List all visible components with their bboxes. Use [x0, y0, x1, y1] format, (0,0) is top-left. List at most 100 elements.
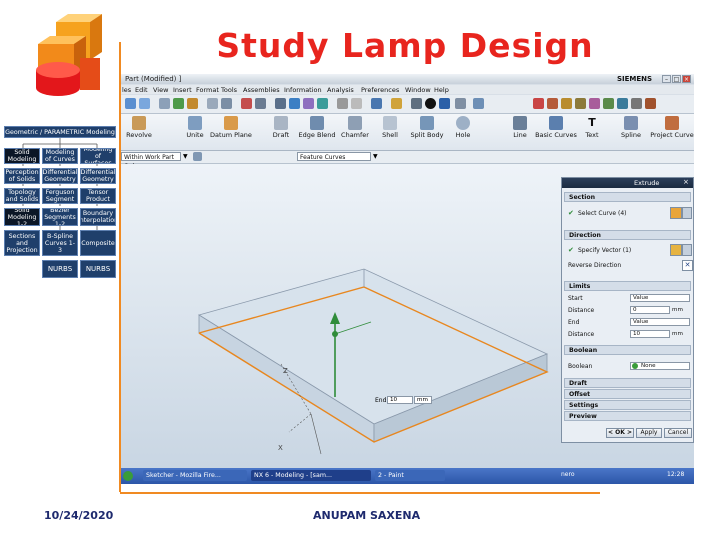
extrude-dialog-titlebar: Extrude ×	[562, 178, 693, 188]
boolean-group-header[interactable]: Boolean	[564, 345, 691, 355]
zoom-icon[interactable]	[289, 98, 300, 109]
shade-icon[interactable]	[425, 98, 436, 109]
boolean-select[interactable]: None	[630, 362, 690, 370]
orient-view-icon[interactable]	[317, 98, 328, 109]
undo-icon[interactable]	[207, 98, 218, 109]
pan-icon[interactable]	[187, 98, 198, 109]
minimize-icon[interactable]: –	[662, 75, 671, 83]
limits-group-header[interactable]: Limits	[564, 281, 691, 291]
menu-format[interactable]: Format	[196, 86, 219, 94]
specify-vector-label[interactable]: Specify Vector (1)	[578, 247, 631, 254]
start-distance-label: Distance	[568, 307, 595, 314]
cancel-button[interactable]: Cancel	[664, 428, 692, 438]
unite-label: Unite	[186, 131, 204, 139]
end-type-select[interactable]: Value	[630, 318, 690, 326]
start-type-select[interactable]: Value	[630, 294, 690, 302]
node-composite: Composite	[80, 230, 116, 256]
end-handle-input[interactable]: 10	[387, 396, 413, 404]
tray-nero[interactable]: nero	[561, 471, 575, 478]
section-selector-icon[interactable]	[670, 207, 682, 219]
intersection-icon[interactable]	[589, 98, 600, 109]
ok-button[interactable]: < OK >	[606, 428, 634, 438]
quadrant-icon[interactable]	[617, 98, 628, 109]
selection-filter-icon[interactable]	[473, 98, 484, 109]
end-distance-input[interactable]: 10	[630, 330, 670, 338]
rotate-icon[interactable]	[303, 98, 314, 109]
mid-point-icon[interactable]	[561, 98, 572, 109]
redo-icon[interactable]	[221, 98, 232, 109]
menu-view[interactable]: View	[153, 86, 168, 94]
apply-button[interactable]: Apply	[636, 428, 662, 438]
boolean-none-icon	[632, 363, 638, 369]
menu-assemblies[interactable]: Assemblies	[243, 86, 280, 94]
new-file-icon[interactable]	[125, 98, 136, 109]
start-icon[interactable]	[123, 471, 133, 481]
sketch-section-icon[interactable]	[682, 207, 692, 219]
view-cube-icon[interactable]	[439, 98, 450, 109]
copy-icon[interactable]	[255, 98, 266, 109]
project-curve-tool[interactable]: Project Curve	[648, 116, 694, 139]
filter-icon[interactable]	[193, 152, 202, 161]
spline-label: Spline	[621, 131, 641, 139]
scope-select[interactable]: Within Work Part Only	[121, 152, 181, 170]
offset-group-header[interactable]: Offset	[564, 389, 691, 399]
analysis-icon[interactable]	[391, 98, 402, 109]
select-curve-label[interactable]: Select Curve (4)	[578, 210, 627, 217]
preview-group-header[interactable]: Preview	[564, 411, 691, 421]
datum-plane-label: Datum Plane	[210, 131, 252, 139]
datum-plane-icon	[224, 116, 238, 130]
datum-plane-tool[interactable]: Datum Plane	[207, 116, 255, 139]
chevron-down-icon[interactable]: ▼	[183, 153, 188, 160]
menu-window[interactable]: Window	[405, 86, 431, 94]
task-sketcher-firefox[interactable]: Sketcher - Mozilla Fire...	[143, 470, 247, 481]
chevron-down-icon[interactable]: ▼	[373, 153, 378, 160]
section-group-header[interactable]: Section	[564, 192, 691, 202]
draft-group-header[interactable]: Draft	[564, 378, 691, 388]
hole-tool[interactable]: Hole	[439, 116, 487, 139]
end-handle-unit[interactable]: mm	[414, 396, 432, 404]
settings-group-header[interactable]: Settings	[564, 400, 691, 410]
reverse-direction-icon[interactable]: ✕	[682, 260, 693, 271]
menu-tools[interactable]: Tools	[221, 86, 237, 94]
task-nx-modeling[interactable]: NX 6 - Modeling - [sam...	[251, 470, 371, 481]
existing-point-icon[interactable]	[631, 98, 642, 109]
point-on-curve-icon[interactable]	[645, 98, 656, 109]
center-icon[interactable]	[603, 98, 614, 109]
revolve-tool[interactable]: Revolve	[121, 116, 163, 139]
revolve-icon	[132, 116, 146, 130]
menu-preferences[interactable]: Preferences	[361, 86, 399, 94]
menu-help[interactable]: Help	[434, 86, 449, 94]
snap-icon[interactable]	[455, 98, 466, 109]
select-icon[interactable]	[159, 98, 170, 109]
layer-icon[interactable]	[371, 98, 382, 109]
shell-icon	[383, 116, 397, 130]
menu-file[interactable]: les	[122, 86, 131, 94]
start-distance-input[interactable]: 0	[630, 306, 670, 314]
vector-icon[interactable]	[670, 244, 682, 256]
point-snap-icon[interactable]	[533, 98, 544, 109]
measure-icon[interactable]	[173, 98, 184, 109]
menu-analysis[interactable]: Analysis	[327, 86, 354, 94]
type-filter-select[interactable]: Feature Curves	[297, 152, 371, 161]
menu-edit[interactable]: Edit	[135, 86, 148, 94]
vector-options-icon[interactable]	[682, 244, 692, 256]
draft-icon	[274, 116, 288, 130]
menu-insert[interactable]: Insert	[173, 86, 192, 94]
close-icon[interactable]: ×	[683, 178, 689, 186]
maximize-icon[interactable]: □	[672, 75, 681, 83]
fit-view-icon[interactable]	[275, 98, 286, 109]
close-icon[interactable]: ×	[682, 75, 691, 83]
task-paint[interactable]: 2 - Paint	[375, 470, 445, 481]
direction-group-header[interactable]: Direction	[564, 230, 691, 240]
nx-menubar: les Edit View Insert Format Tools Assemb…	[121, 85, 694, 94]
wireframe-icon[interactable]	[351, 98, 362, 109]
open-file-icon[interactable]	[139, 98, 150, 109]
display-icon[interactable]	[411, 98, 422, 109]
end-point-icon[interactable]	[547, 98, 558, 109]
render-style-icon[interactable]	[337, 98, 348, 109]
menu-information[interactable]: Information	[284, 86, 322, 94]
control-point-icon[interactable]	[575, 98, 586, 109]
chamfer-label: Chamfer	[341, 131, 369, 139]
text-label: Text	[585, 131, 599, 139]
delete-icon[interactable]	[241, 98, 252, 109]
